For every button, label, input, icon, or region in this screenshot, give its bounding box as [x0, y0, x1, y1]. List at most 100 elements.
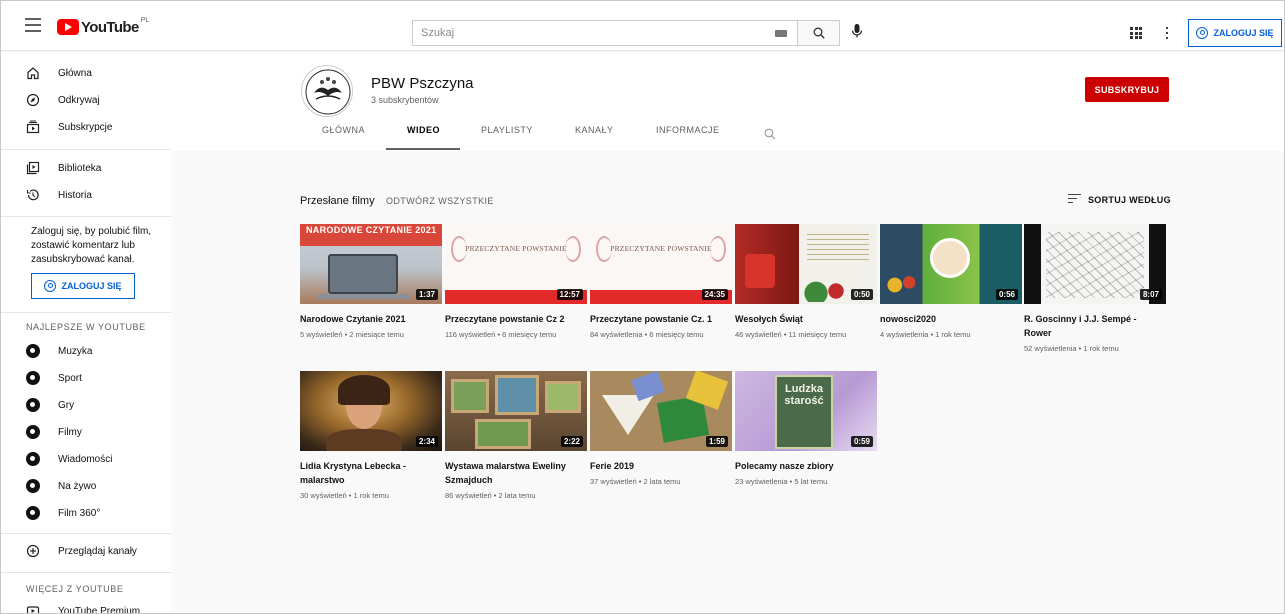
channel-avatar[interactable]	[301, 65, 353, 117]
sidebar-signin-label: ZALOGUJ SIĘ	[61, 281, 122, 291]
logo-text: YouTube	[81, 18, 139, 36]
sidebar-item-browse-channels[interactable]: Przeglądaj kanały	[1, 538, 171, 565]
search-button[interactable]	[798, 20, 840, 46]
video-card[interactable]: 1:59 Ferie 2019 37 wyświetleń • 2 lata t…	[590, 371, 732, 486]
youtube-play-icon	[57, 19, 79, 35]
user-circle-icon	[1196, 27, 1209, 39]
video-duration: 0:56	[995, 289, 1018, 300]
youtube-logo[interactable]: YouTube PL	[57, 17, 149, 37]
video-card[interactable]: 2:22 Wystawa malarstwa Eweliny Szmajduch…	[445, 371, 587, 500]
video-thumbnail[interactable]: NARODOWE CZYTANIE 2021 1:37	[300, 224, 442, 304]
sidebar-item-home[interactable]: Główna	[1, 60, 171, 87]
painting-frame	[475, 419, 531, 449]
tab-about[interactable]: INFORMACJE	[656, 125, 720, 151]
video-title[interactable]: nowosci2020	[880, 312, 1022, 326]
video-thumbnail[interactable]: 8:07	[1024, 224, 1166, 304]
microphone-button[interactable]	[851, 23, 871, 43]
search-box	[412, 20, 798, 46]
video-card[interactable]: 8:07 R. Goscinny i J.J. Sempé - Rower 52…	[1024, 224, 1166, 353]
sidebar-item-label: Filmy	[58, 427, 82, 438]
360-icon	[26, 506, 40, 520]
sidebar-item-news[interactable]: Wiadomości	[1, 446, 171, 473]
logo-country-code: PL	[140, 16, 150, 24]
sidebar-item-label: Gry	[58, 400, 75, 411]
video-card[interactable]: PRZECZYTANE POWSTANIE 24:35 Przeczytane …	[590, 224, 732, 339]
sidebar-item-label: Biblioteka	[58, 163, 102, 174]
laptop-base	[318, 294, 410, 299]
sidebar-divider	[1, 312, 171, 313]
video-title[interactable]: Wesołych Świąt	[735, 312, 877, 326]
more-from-youtube-heading: WIĘCEJ Z YOUTUBE	[26, 584, 124, 594]
sidebar-item-library[interactable]: Biblioteka	[1, 155, 171, 182]
sidebar-item-live[interactable]: Na żywo	[1, 473, 171, 500]
tab-playlists[interactable]: PLAYLISTY	[481, 125, 533, 151]
keyboard-icon[interactable]	[775, 30, 787, 37]
video-thumbnail[interactable]: 0:56	[880, 224, 1022, 304]
video-title[interactable]: R. Goscinny i J.J. Sempé - Rower	[1024, 312, 1166, 340]
sidebar-item-history[interactable]: Historia	[1, 182, 171, 209]
portrait-hair	[338, 375, 390, 405]
search-input[interactable]	[413, 21, 773, 45]
sidebar-item-label: Na żywo	[58, 481, 97, 492]
sidebar-item-gaming[interactable]: Gry	[1, 392, 171, 419]
video-title[interactable]: Narodowe Czytanie 2021	[300, 312, 442, 326]
sidebar-item-movies[interactable]: Filmy	[1, 419, 171, 446]
add-circle-icon	[26, 544, 40, 558]
video-duration: 24:35	[701, 289, 728, 300]
video-meta: 37 wyświetleń • 2 lata temu	[590, 477, 681, 486]
video-card[interactable]: 0:50 Wesołych Świąt 46 wyświetleń • 11 m…	[735, 224, 877, 339]
video-duration: 2:22	[560, 436, 583, 447]
home-icon	[27, 67, 39, 80]
video-thumbnail[interactable]: PRZECZYTANE POWSTANIE 12:57	[445, 224, 587, 304]
play-all-button[interactable]: ODTWÓRZ WSZYSTKIE	[386, 196, 494, 206]
tab-channels[interactable]: KANAŁY	[575, 125, 614, 151]
sidebar-item-subscriptions[interactable]: Subskrypcje	[1, 114, 171, 141]
more-vert-icon[interactable]	[1166, 27, 1170, 40]
video-title[interactable]: Polecamy nasze zbiory	[735, 459, 877, 473]
tab-home[interactable]: GŁÓWNA	[322, 125, 365, 151]
sidebar-item-premium[interactable]: YouTube Premium	[1, 598, 171, 613]
sidebar: Główna Odkrywaj Subskrypcje Biblioteka H…	[1, 52, 171, 613]
movies-icon	[26, 425, 40, 439]
signin-prompt-text: Zaloguj się, by polubić film, zostawić k…	[31, 226, 152, 265]
video-title[interactable]: Przeczytane powstanie Cz 2	[445, 312, 587, 326]
paper-shape	[602, 395, 654, 435]
video-duration: 1:37	[415, 289, 438, 300]
video-thumbnail[interactable]: 0:50	[735, 224, 877, 304]
sidebar-divider	[1, 533, 171, 534]
search-icon	[813, 27, 825, 39]
sport-icon	[26, 371, 40, 385]
video-thumbnail[interactable]: 1:59	[590, 371, 732, 451]
sidebar-item-sport[interactable]: Sport	[1, 365, 171, 392]
user-circle-icon	[44, 280, 57, 292]
video-card[interactable]: NARODOWE CZYTANIE 2021 1:37 Narodowe Czy…	[300, 224, 442, 339]
thumbnail-text: NARODOWE CZYTANIE 2021	[306, 225, 437, 235]
video-thumbnail[interactable]: 2:22	[445, 371, 587, 451]
history-icon	[26, 189, 39, 201]
video-duration: 0:59	[850, 436, 873, 447]
video-title[interactable]: Lidia Krystyna Lebecka - malarstwo	[300, 459, 442, 487]
video-thumbnail[interactable]: PRZECZYTANE POWSTANIE 24:35	[590, 224, 732, 304]
subscribe-button[interactable]: SUBSKRYBUJ	[1085, 77, 1169, 102]
sort-button[interactable]: SORTUJ WEDŁUG	[1068, 194, 1171, 205]
video-card[interactable]: PRZECZYTANE POWSTANIE 12:57 Przeczytane …	[445, 224, 587, 339]
sidebar-item-explore[interactable]: Odkrywaj	[1, 87, 171, 114]
sidebar-item-label: Sport	[58, 373, 82, 384]
video-title[interactable]: Ferie 2019	[590, 459, 732, 473]
video-title[interactable]: Przeczytane powstanie Cz. 1	[590, 312, 732, 326]
menu-icon[interactable]	[25, 18, 41, 32]
signin-button[interactable]: ZALOGUJ SIĘ	[1188, 19, 1282, 47]
music-icon	[26, 344, 40, 358]
video-card[interactable]: Ludzka starość 0:59 Polecamy nasze zbior…	[735, 371, 877, 486]
apps-grid-icon[interactable]	[1130, 27, 1142, 39]
video-title[interactable]: Wystawa malarstwa Eweliny Szmajduch	[445, 459, 587, 487]
video-card[interactable]: 2:34 Lidia Krystyna Lebecka - malarstwo …	[300, 371, 442, 500]
sidebar-signin-button[interactable]: ZALOGUJ SIĘ	[31, 273, 135, 299]
sidebar-item-music[interactable]: Muzyka	[1, 338, 171, 365]
channel-search-icon[interactable]	[764, 128, 776, 140]
video-meta: 4 wyświetlenia • 1 rok temu	[880, 330, 971, 339]
sidebar-item-360[interactable]: Film 360°	[1, 500, 171, 527]
video-thumbnail[interactable]: 2:34	[300, 371, 442, 451]
video-card[interactable]: 0:56 nowosci2020 4 wyświetlenia • 1 rok …	[880, 224, 1022, 339]
video-thumbnail[interactable]: Ludzka starość 0:59	[735, 371, 877, 451]
